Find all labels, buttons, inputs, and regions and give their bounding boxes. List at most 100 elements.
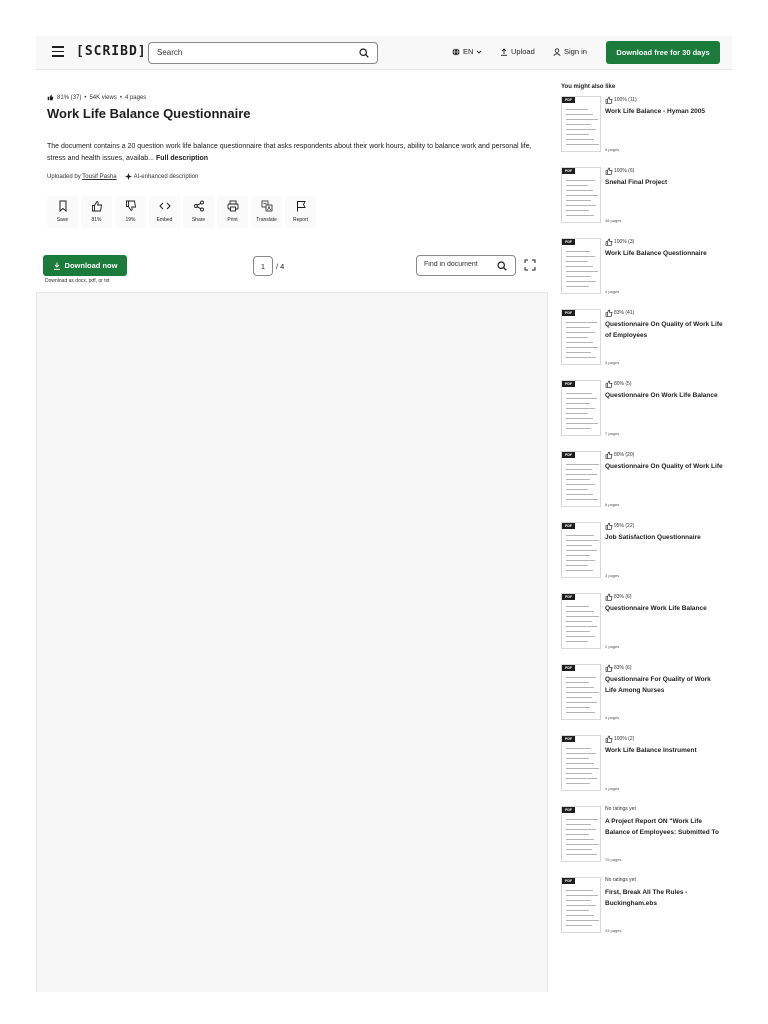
upvote-button[interactable]: 81% <box>81 196 112 228</box>
find-in-document-input[interactable] <box>424 261 494 268</box>
thumbs-up-icon <box>605 309 613 317</box>
related-title[interactable]: Questionnaire Work Life Balance <box>605 603 723 614</box>
related-document-card[interactable]: PDF 83% (41) Questionnaire On Quality of W… <box>561 309 726 373</box>
thumbnail-text-line <box>566 550 597 551</box>
document-thumbnail[interactable]: PDF <box>561 806 601 862</box>
document-thumbnail[interactable]: PDF <box>561 238 601 294</box>
related-title[interactable]: Questionnaire On Quality of Work Life of… <box>605 319 723 341</box>
related-title[interactable]: Work Life Balance Questionnaire <box>605 248 723 259</box>
related-title[interactable]: Questionnaire For Quality of Work Life A… <box>605 674 723 696</box>
related-page-count: 75 pages <box>605 857 622 862</box>
translate-label: Translate <box>256 217 277 223</box>
bookmark-icon <box>59 200 66 212</box>
related-document-card[interactable]: PDF 100% (2) Work Life Balance Instrument 4… <box>561 735 726 799</box>
download-now-label: Download now <box>64 261 118 270</box>
document-thumbnail[interactable]: PDF <box>561 664 601 720</box>
sign-in-button[interactable]: Sign in <box>553 47 587 56</box>
related-document-card[interactable]: PDF 80% (5) Questionnaire On Work Life Bal… <box>561 380 726 444</box>
thumbnail-text-line <box>566 778 597 779</box>
thumbnail-text-line <box>566 753 596 754</box>
translate-button[interactable]: Translate <box>251 196 282 228</box>
thumbnail-text-line <box>566 768 599 769</box>
full-description-link[interactable]: Full description <box>156 155 208 162</box>
search-input[interactable] <box>157 48 347 57</box>
search-icon[interactable] <box>497 261 507 271</box>
document-viewer[interactable] <box>36 292 548 992</box>
related-page-count: 2 pages <box>605 644 620 649</box>
thumbnail-text-line <box>566 712 595 713</box>
print-button[interactable]: Print <box>217 196 248 228</box>
downvote-label: 19% <box>125 217 136 223</box>
thumbnail-text-line <box>566 641 588 642</box>
download-free-trial-button[interactable]: Download free for 30 days <box>606 41 720 64</box>
thumbnail-text-line <box>566 134 589 135</box>
thumbnail-text-line <box>566 844 599 845</box>
related-document-card[interactable]: PDF 83% (6) Questionnaire Work Life Balanc… <box>561 593 726 657</box>
related-title[interactable]: First, Break All The Rules - Buckingham.… <box>605 887 723 909</box>
thumbnail-text-line <box>566 783 590 784</box>
sign-in-label: Sign in <box>564 47 587 56</box>
related-document-card[interactable]: PDF 100% (3) Work Life Balance Questionnai… <box>561 238 726 302</box>
document-thumbnail[interactable]: PDF <box>561 522 601 578</box>
document-thumbnail[interactable]: PDF <box>561 735 601 791</box>
document-thumbnail[interactable]: PDF <box>561 877 601 933</box>
thumbnail-text-line <box>566 393 592 394</box>
related-document-card[interactable]: PDF No ratings yet First, Break All The Ru… <box>561 877 726 941</box>
related-title[interactable]: Work Life Balance - Hyman 2005 <box>605 106 723 117</box>
hamburger-menu-icon[interactable] <box>52 46 64 57</box>
thumbnail-text-line <box>566 403 590 404</box>
related-document-card[interactable]: PDF No ratings yet A Project Report ON "Wo… <box>561 806 726 870</box>
fullscreen-icon[interactable] <box>524 259 536 271</box>
related-document-card[interactable]: PDF 80% (20) Questionnaire On Quality of W… <box>561 451 726 515</box>
pdf-badge: PDF <box>562 807 575 813</box>
search-box[interactable] <box>148 42 378 64</box>
related-document-card[interactable]: PDF 100% (6) Snehal Final Project 48 pages <box>561 167 726 231</box>
related-page-count: 4 pages <box>605 786 620 791</box>
download-now-button[interactable]: Download now <box>43 255 127 276</box>
document-thumbnail[interactable]: PDF <box>561 309 601 365</box>
related-title[interactable]: Questionnaire On Quality of Work Life <box>605 461 723 472</box>
uploader-link[interactable]: Tousif Pasha <box>82 174 116 180</box>
thumbnail-text-line <box>566 271 598 272</box>
related-rating-text: No ratings yet <box>605 877 636 883</box>
thumbnail-text-line <box>566 682 589 683</box>
language-selector[interactable]: EN <box>452 47 482 56</box>
thumbnail-text-line <box>566 692 599 693</box>
related-title[interactable]: A Project Report ON "Work Life Balance o… <box>605 816 723 838</box>
related-rating-text: 100% (11) <box>614 97 637 103</box>
related-document-card[interactable]: PDF 100% (11) Work Life Balance - Hyman 20… <box>561 96 726 160</box>
search-icon[interactable] <box>359 48 369 58</box>
find-in-document[interactable] <box>416 255 516 276</box>
scribd-logo[interactable]: [SCRIBD] <box>76 44 147 59</box>
document-thumbnail[interactable]: PDF <box>561 167 601 223</box>
page-total: / 4 <box>276 261 285 271</box>
related-title[interactable]: Questionnaire On Work Life Balance <box>605 390 723 401</box>
save-button[interactable]: Save <box>47 196 78 228</box>
embed-button[interactable]: Embed <box>149 196 180 228</box>
thumbnail-text-line <box>566 849 592 850</box>
document-thumbnail[interactable]: PDF <box>561 380 601 436</box>
related-document-card[interactable]: PDF 95% (22) Job Satisfaction Questionnair… <box>561 522 726 586</box>
related-title[interactable]: Snehal Final Project <box>605 177 723 188</box>
document-thumbnail[interactable]: PDF <box>561 593 601 649</box>
downvote-button[interactable]: 19% <box>115 196 146 228</box>
page-number-input[interactable]: 1 <box>253 256 273 276</box>
thumbnail-text-line <box>566 631 590 632</box>
related-title[interactable]: Work Life Balance Instrument <box>605 745 723 756</box>
related-rating: 100% (2) <box>605 735 634 743</box>
thumbnail-text-line <box>566 342 593 343</box>
related-title[interactable]: Job Satisfaction Questionnaire <box>605 532 723 543</box>
document-thumbnail[interactable]: PDF <box>561 96 601 152</box>
related-document-card[interactable]: PDF 83% (6) Questionnaire For Quality of W… <box>561 664 726 728</box>
share-button[interactable]: Share <box>183 196 214 228</box>
thumbs-up-icon <box>605 735 613 743</box>
related-rating: No ratings yet <box>605 806 636 812</box>
related-page-count: 3 pages <box>605 360 620 365</box>
document-thumbnail[interactable]: PDF <box>561 451 601 507</box>
thumbs-up-icon <box>605 451 613 459</box>
report-button[interactable]: Report <box>285 196 316 228</box>
thumbnail-text-line <box>566 687 594 688</box>
thumbnail-text-line <box>566 834 589 835</box>
embed-label: Embed <box>156 217 173 223</box>
upload-button[interactable]: Upload <box>500 47 535 56</box>
